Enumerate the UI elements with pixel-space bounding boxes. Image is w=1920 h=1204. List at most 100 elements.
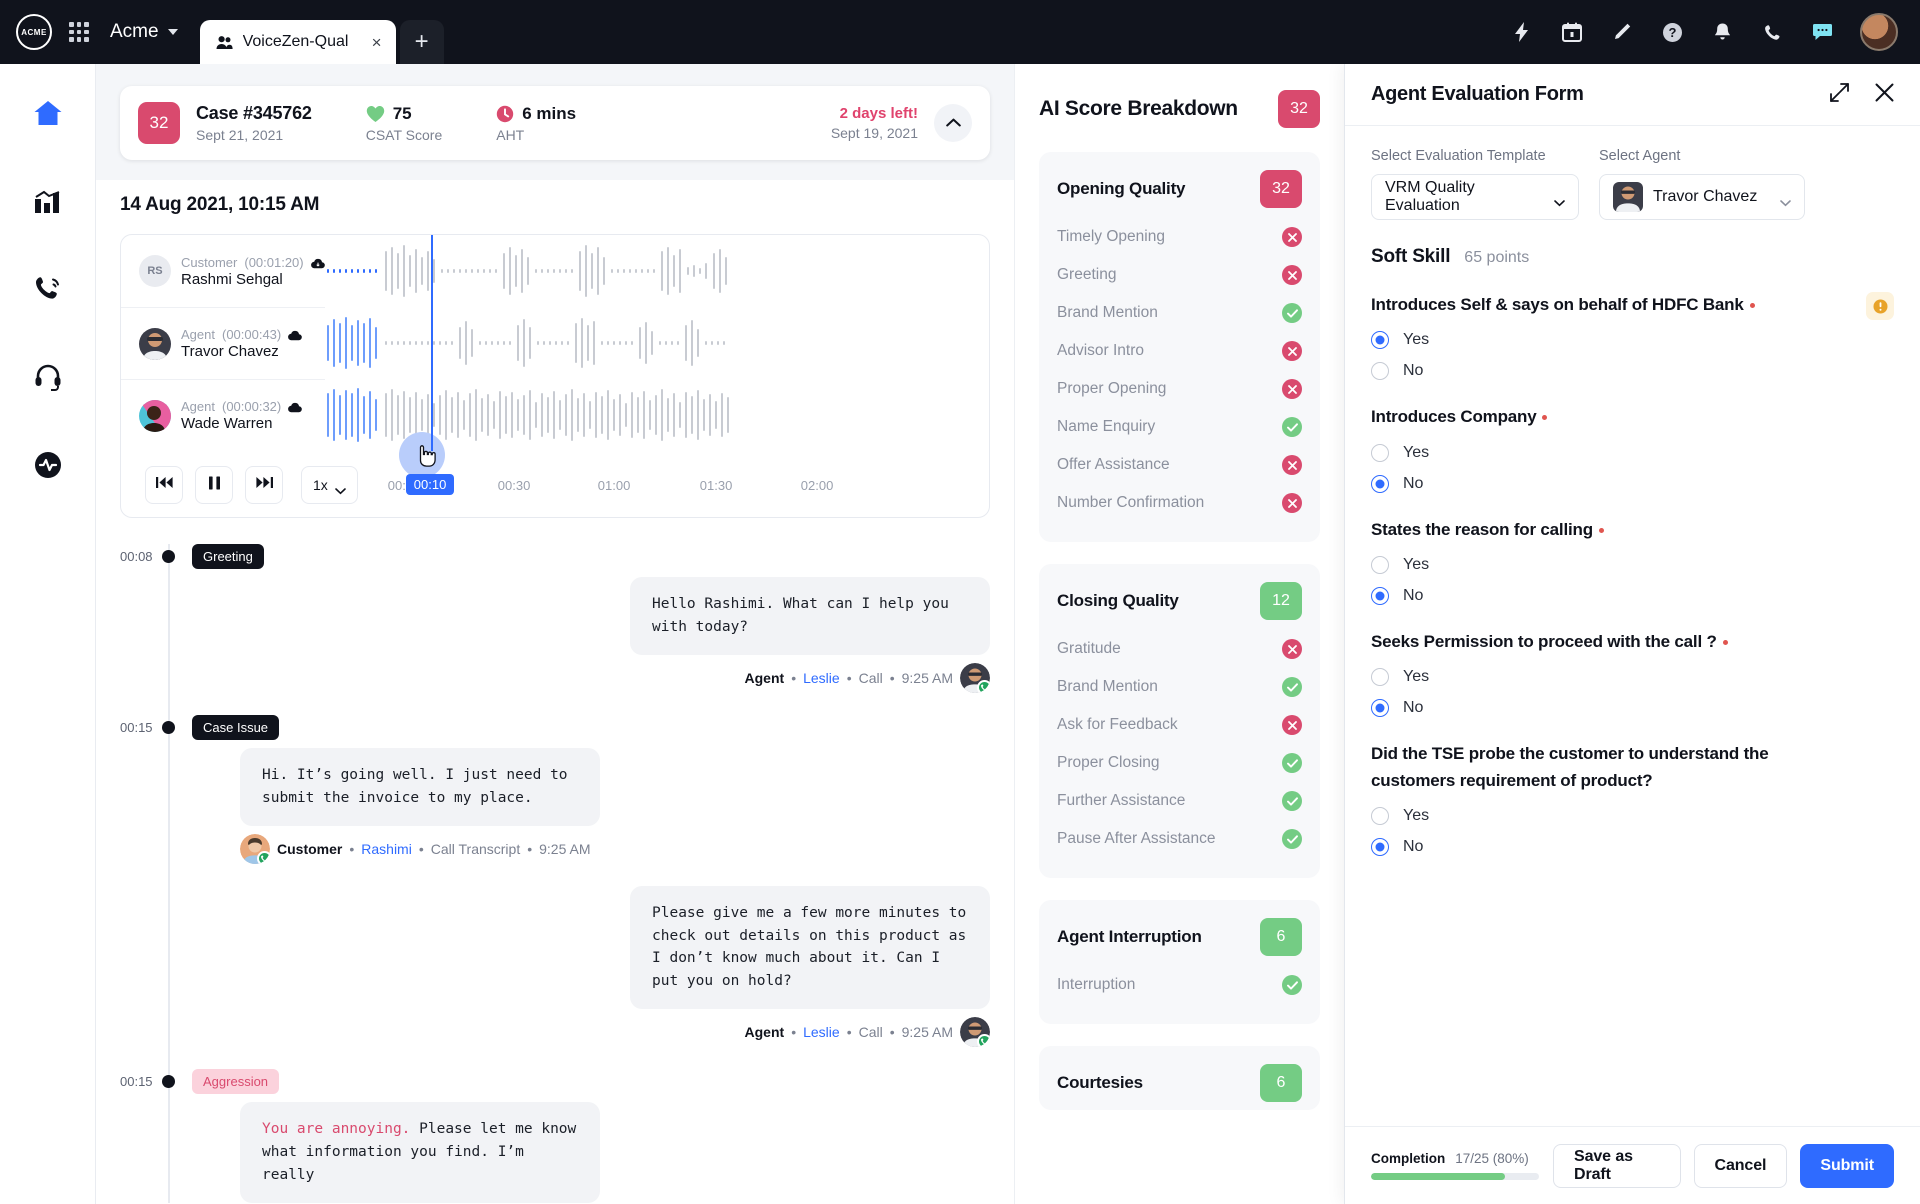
- score-item[interactable]: Proper Opening: [1057, 370, 1302, 408]
- score-item[interactable]: Advisor Intro: [1057, 332, 1302, 370]
- radio-option-yes[interactable]: Yes: [1371, 443, 1894, 462]
- save-as-draft-button[interactable]: Save as Draft: [1553, 1143, 1681, 1188]
- phone-icon[interactable]: [1760, 20, 1784, 44]
- help-icon[interactable]: ?: [1660, 20, 1684, 44]
- close-icon[interactable]: ×: [372, 34, 382, 51]
- waveform[interactable]: [325, 235, 989, 307]
- radio-option-no[interactable]: No: [1371, 699, 1894, 718]
- fail-icon: [1282, 639, 1302, 659]
- sidebar-item-support[interactable]: [31, 362, 65, 396]
- radio-option-no[interactable]: No: [1371, 362, 1894, 381]
- waveform-track[interactable]: Agent (00:00:32) Wade Warren: [121, 379, 989, 451]
- submit-button[interactable]: Submit: [1800, 1143, 1894, 1188]
- marker-tag[interactable]: Aggression: [192, 1069, 280, 1095]
- expand-icon[interactable]: [1830, 82, 1849, 107]
- bell-icon[interactable]: [1710, 20, 1734, 44]
- score-item[interactable]: Offer Assistance: [1057, 446, 1302, 484]
- dot-separator: •: [889, 669, 895, 686]
- sidebar-item-activity[interactable]: [31, 450, 65, 484]
- waveform-track[interactable]: RS Customer (00:01:20) Rashmi Sehgal: [121, 235, 989, 307]
- marker-tag[interactable]: Greeting: [192, 544, 264, 569]
- rewind-button[interactable]: [145, 466, 183, 504]
- marker-tag[interactable]: Case Issue: [192, 714, 280, 740]
- chat-icon[interactable]: [1810, 20, 1834, 44]
- playback-speed-select[interactable]: 1x: [301, 466, 358, 504]
- evaluation-template-select[interactable]: VRM Quality Evaluation: [1371, 174, 1579, 220]
- message-meta: Agent • Leslie • Call • 9:25 AM: [745, 1017, 990, 1048]
- message-author[interactable]: Rashimi: [361, 841, 412, 857]
- option-label: Yes: [1403, 443, 1430, 461]
- radio-button[interactable]: [1371, 362, 1389, 381]
- tab-voicezen-qual[interactable]: VoiceZen-Qual ×: [199, 20, 396, 64]
- radio-button[interactable]: [1371, 699, 1389, 718]
- score-item[interactable]: Brand Mention: [1057, 294, 1302, 332]
- radio-option-yes[interactable]: Yes: [1371, 331, 1894, 350]
- agent-select[interactable]: Travor Chavez: [1599, 174, 1805, 220]
- pencil-icon[interactable]: [1610, 20, 1634, 44]
- radio-option-no[interactable]: No: [1371, 474, 1894, 493]
- org-name[interactable]: Acme: [110, 21, 159, 43]
- waveform-track[interactable]: Agent (00:00:43) Travor Chavez: [121, 307, 989, 379]
- score-item[interactable]: Proper Closing: [1057, 744, 1302, 782]
- fail-icon: [1282, 455, 1302, 475]
- message-author[interactable]: Leslie: [803, 1024, 840, 1040]
- question-text: States the reason for calling: [1371, 517, 1801, 543]
- question-label: Introduces Self & says on behalf of HDFC…: [1371, 295, 1744, 314]
- pause-icon: [208, 476, 221, 495]
- pass-icon: [1282, 753, 1302, 773]
- playhead[interactable]: [431, 235, 433, 451]
- brand-logo[interactable]: ACME: [16, 14, 52, 50]
- score-item[interactable]: Brand Mention: [1057, 668, 1302, 706]
- waveform[interactable]: [325, 307, 989, 379]
- new-tab-button[interactable]: +: [399, 20, 444, 64]
- collapse-case-button[interactable]: [934, 104, 972, 142]
- dot-separator: •: [527, 840, 533, 857]
- radio-button[interactable]: [1371, 668, 1389, 687]
- cancel-button[interactable]: Cancel: [1693, 1143, 1788, 1188]
- warning-icon[interactable]: [1866, 292, 1894, 320]
- score-item[interactable]: Gratitude: [1057, 630, 1302, 668]
- cloud-download-icon[interactable]: [288, 401, 303, 413]
- radio-button[interactable]: [1371, 474, 1389, 493]
- radio-button[interactable]: [1371, 556, 1389, 575]
- agent-value: Travor Chavez: [1653, 188, 1758, 205]
- sidebar-item-calls[interactable]: [31, 274, 65, 308]
- avatar[interactable]: [1860, 13, 1898, 51]
- radio-button[interactable]: [1371, 807, 1389, 826]
- score-item[interactable]: Further Assistance: [1057, 782, 1302, 820]
- radio-option-no[interactable]: No: [1371, 838, 1894, 857]
- close-icon[interactable]: [1875, 83, 1894, 107]
- score-item[interactable]: Number Confirmation: [1057, 484, 1302, 522]
- score-item[interactable]: Pause After Assistance: [1057, 820, 1302, 858]
- score-item[interactable]: Name Enquiry: [1057, 408, 1302, 446]
- score-item[interactable]: Timely Opening: [1057, 218, 1302, 256]
- radio-option-yes[interactable]: Yes: [1371, 668, 1894, 687]
- template-label: Select Evaluation Template: [1371, 148, 1546, 164]
- radio-option-yes[interactable]: Yes: [1371, 807, 1894, 826]
- message-author[interactable]: Leslie: [803, 670, 840, 686]
- chevron-down-icon[interactable]: [167, 29, 178, 35]
- cloud-download-icon[interactable]: [310, 257, 325, 268]
- radio-option-yes[interactable]: Yes: [1371, 556, 1894, 575]
- pass-icon: [1282, 417, 1302, 437]
- radio-button[interactable]: [1371, 587, 1389, 606]
- pause-button[interactable]: [195, 466, 233, 504]
- message-role: Customer: [277, 840, 343, 857]
- score-item[interactable]: Interruption: [1057, 966, 1302, 1004]
- forward-button[interactable]: [245, 466, 283, 504]
- radio-button[interactable]: [1371, 443, 1389, 462]
- sidebar-item-analytics[interactable]: [31, 186, 65, 220]
- sidebar-item-home[interactable]: [31, 98, 65, 132]
- app-grid-icon[interactable]: [66, 19, 92, 45]
- radio-option-no[interactable]: No: [1371, 587, 1894, 606]
- calendar-icon[interactable]: [1560, 20, 1584, 44]
- lightning-icon[interactable]: [1510, 20, 1534, 44]
- score-item[interactable]: Ask for Feedback: [1057, 706, 1302, 744]
- eval-question: States the reason for calling Yes No: [1371, 517, 1894, 606]
- radio-button[interactable]: [1371, 331, 1389, 350]
- radio-button[interactable]: [1371, 838, 1389, 857]
- case-score-badge: 32: [138, 102, 180, 144]
- timeline-ruler[interactable]: 00:00 00:30 01:00 01:30 02:00 00:10: [388, 432, 989, 504]
- cloud-download-icon[interactable]: [288, 329, 303, 341]
- score-item[interactable]: Greeting: [1057, 256, 1302, 294]
